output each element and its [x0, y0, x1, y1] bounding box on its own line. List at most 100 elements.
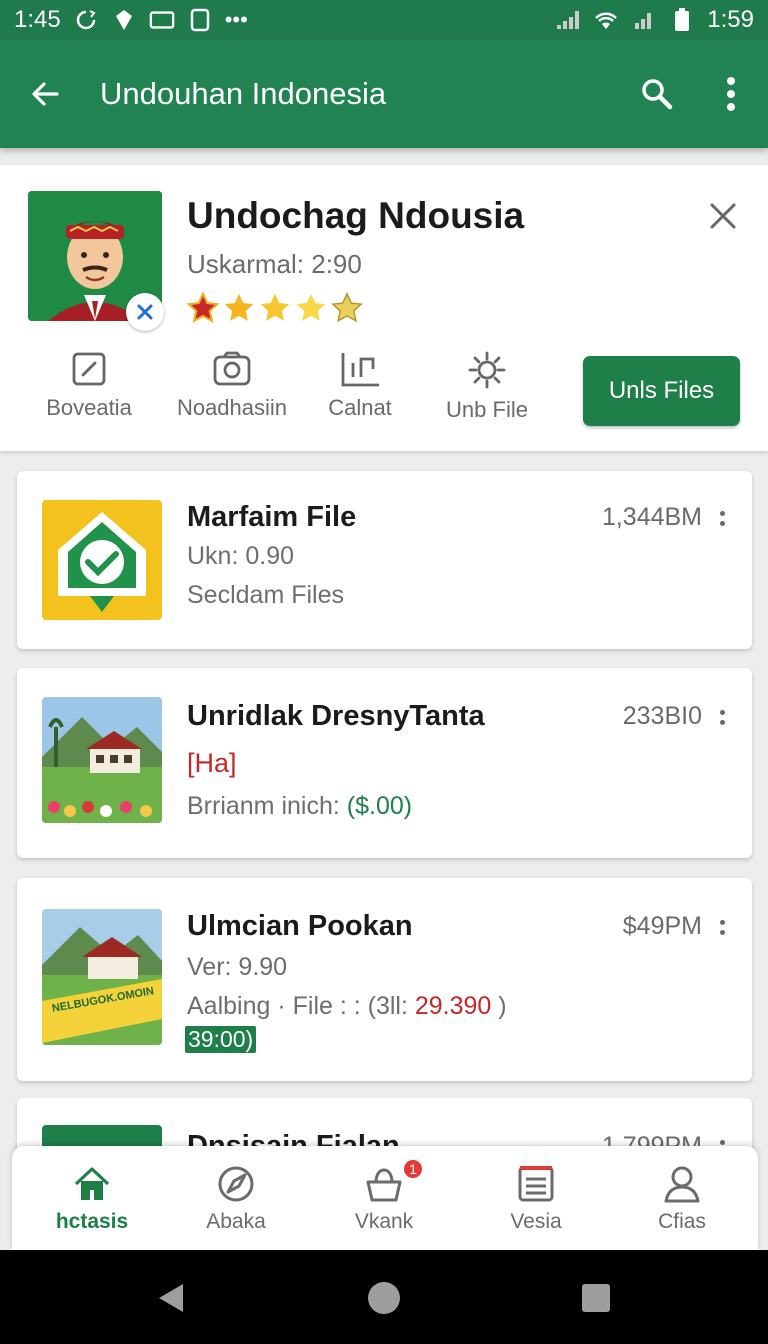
- item-price-label: Brrianm inich:: [187, 792, 340, 820]
- item-more-button[interactable]: [716, 702, 728, 732]
- recents-square-icon: [582, 1284, 610, 1312]
- star-icon: [260, 293, 290, 321]
- compass-icon: [218, 1166, 254, 1202]
- tag-icon: [111, 7, 137, 33]
- featured-app-card: Undochag Ndousia Uskarmal: 2:90 Boveatia…: [0, 165, 768, 451]
- cast-icon: [149, 7, 175, 33]
- star-icon: [296, 293, 326, 321]
- camera-icon: [213, 351, 251, 386]
- nav-label: Vkank: [354, 1210, 414, 1233]
- status-left: 1:45 •••: [14, 6, 248, 34]
- action-label: Boveatia: [46, 395, 132, 420]
- rating-stars: [186, 291, 364, 325]
- home-icon: [74, 1167, 110, 1200]
- system-home-button[interactable]: [366, 1280, 402, 1316]
- app-thumbnail: [42, 697, 162, 823]
- item-more-button[interactable]: [716, 503, 728, 533]
- overflow-menu-button[interactable]: [694, 40, 768, 148]
- item-file-line: Aalbing · File : : (3ll: 29.390 ): [187, 992, 507, 1021]
- item-title: Ulmcian Pookan: [187, 910, 413, 942]
- list-item[interactable]: Unridlak DresnyTanta [Ha] Brrianm inich:…: [17, 668, 752, 858]
- more-vertical-icon: [727, 77, 735, 111]
- bar-chart-icon: [341, 353, 379, 387]
- primary-files-button[interactable]: Unls Files: [583, 356, 740, 426]
- nav-bag[interactable]: 1 Vkank: [314, 1158, 454, 1234]
- nav-explore[interactable]: Abaka: [166, 1164, 306, 1234]
- action-calnat[interactable]: Calnat: [290, 351, 430, 421]
- item-size: $49PM: [622, 912, 702, 940]
- tablet-icon: [187, 7, 213, 33]
- arrow-left-icon: [32, 82, 59, 106]
- home-circle-icon: [368, 1282, 400, 1314]
- item-time-tag: 39:00): [185, 1026, 257, 1053]
- system-recents-button[interactable]: [578, 1280, 614, 1316]
- search-icon: [642, 79, 673, 110]
- action-boveatia[interactable]: Boveatia: [19, 351, 159, 421]
- bottom-navigation: hctasis Abaka 1 Vkank Vesia Cfias: [12, 1146, 758, 1250]
- status-time-left: 1:45: [14, 6, 61, 33]
- system-back-button[interactable]: [152, 1280, 188, 1316]
- screen: 1:45 ••• 1:59 Undouhan Indonesia Undocha…: [0, 0, 768, 1344]
- app-thumbnail: NELBUGOK.OMOIN: [42, 909, 162, 1045]
- close-badge[interactable]: [126, 293, 164, 331]
- status-right: 1:59: [555, 6, 754, 34]
- item-size: 233BI0: [622, 702, 702, 730]
- app-icon: [42, 500, 162, 620]
- nav-label: Vesia: [510, 1210, 562, 1233]
- item-extra-line: 39:00): [185, 1026, 257, 1053]
- nav-list[interactable]: Vesia: [466, 1164, 606, 1234]
- nav-label: hctasis: [55, 1210, 129, 1233]
- action-label: Noadhasiin: [176, 395, 288, 420]
- star-icon: [331, 292, 363, 323]
- action-label: Unb File: [446, 397, 528, 422]
- featured-app-title: Undochag Ndousia: [187, 195, 525, 236]
- back-button[interactable]: [0, 40, 90, 148]
- item-subtitle: Secldam Files: [187, 581, 344, 609]
- list-icon: [518, 1166, 554, 1202]
- system-navigation-bar: [0, 1250, 768, 1344]
- wifi-icon: [593, 7, 619, 33]
- signal-icon: [555, 7, 581, 33]
- battery-icon: [669, 7, 695, 33]
- action-unb-file[interactable]: Unb File: [417, 351, 557, 423]
- item-title: Marfaim File: [187, 501, 357, 533]
- item-file-suffix: ): [498, 992, 507, 1020]
- app-title: Undouhan Indonesia: [100, 76, 387, 111]
- item-size: 1,344BM: [601, 503, 702, 531]
- notification-badge: 1: [402, 1158, 424, 1180]
- sync-icon: [73, 7, 99, 33]
- list-item[interactable]: Marfaim File Ukn: 0.90 Secldam Files 1,3…: [17, 471, 752, 649]
- item-tag: [Ha]: [187, 748, 237, 778]
- star-icon: [224, 293, 254, 321]
- item-file-value: 29.390: [414, 992, 492, 1020]
- item-title: Unridlak DresnyTanta: [187, 700, 485, 732]
- action-noadhasiin[interactable]: Noadhasiin: [162, 351, 302, 421]
- status-bar: 1:45 ••• 1:59: [0, 0, 768, 40]
- signal-secondary-icon: [631, 7, 657, 33]
- nav-profile[interactable]: Cfias: [612, 1164, 752, 1234]
- star-icon: [186, 291, 220, 323]
- close-icon: [710, 203, 736, 229]
- item-version: Ver: 9.90: [187, 953, 288, 981]
- person-icon: [664, 1166, 700, 1203]
- nav-home[interactable]: hctasis: [22, 1164, 162, 1234]
- search-button[interactable]: [620, 40, 694, 148]
- app-bar: Undouhan Indonesia: [0, 40, 768, 148]
- status-time-right: 1:59: [707, 6, 754, 33]
- more-notifications-icon: •••: [224, 7, 248, 32]
- nav-label: Abaka: [206, 1210, 266, 1233]
- item-price-value: ($.00): [346, 792, 413, 820]
- action-label: Calnat: [328, 395, 392, 420]
- item-file-label: Aalbing · File : : (3ll:: [187, 992, 408, 1020]
- list-item[interactable]: NELBUGOK.OMOIN Ulmcian Pookan Ver: 9.90 …: [17, 878, 752, 1081]
- nav-label: Cfias: [658, 1210, 706, 1233]
- item-more-button[interactable]: [716, 912, 728, 942]
- featured-app-subtitle: Uskarmal: 2:90: [187, 249, 362, 279]
- close-icon: [137, 304, 153, 320]
- dismiss-button[interactable]: [700, 193, 746, 239]
- sun-icon: [468, 351, 506, 389]
- edit-icon: [72, 352, 106, 386]
- item-version: Ukn: 0.90: [187, 542, 295, 570]
- item-price-line: Brrianm inich: ($.00): [187, 792, 412, 821]
- item-tag-wrap: [Ha]: [187, 748, 237, 779]
